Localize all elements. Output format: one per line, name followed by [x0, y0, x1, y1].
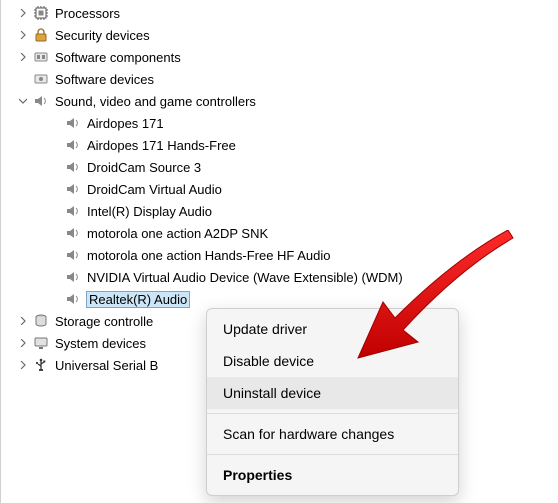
- tree-node-device[interactable]: NVIDIA Virtual Audio Device (Wave Extens…: [35, 266, 558, 288]
- tree-label: DroidCam Virtual Audio: [87, 182, 222, 197]
- tree-label: Intel(R) Display Audio: [87, 204, 212, 219]
- tree-label: Software components: [55, 50, 181, 65]
- tree-node-device-selected[interactable]: Realtek(R) Audio: [35, 288, 558, 310]
- tree-label: Universal Serial B: [55, 358, 158, 373]
- usb-icon: [33, 357, 49, 373]
- speaker-icon: [65, 247, 81, 263]
- chevron-down-icon[interactable]: [17, 95, 29, 107]
- speaker-icon: [33, 93, 49, 109]
- tree-node-software-components[interactable]: Software components: [15, 46, 558, 68]
- tree-node-sound-video-game[interactable]: Sound, video and game controllers: [15, 90, 558, 112]
- tree-node-software-devices[interactable]: Software devices: [15, 68, 558, 90]
- chevron-right-icon[interactable]: [17, 337, 29, 349]
- chevron-right-icon[interactable]: [17, 7, 29, 19]
- tree-label: Security devices: [55, 28, 150, 43]
- menu-separator: [207, 413, 458, 414]
- tree-node-device[interactable]: motorola one action Hands-Free HF Audio: [35, 244, 558, 266]
- security-icon: [33, 27, 49, 43]
- chevron-right-icon[interactable]: [17, 29, 29, 41]
- speaker-icon: [65, 181, 81, 197]
- tree-label: Airdopes 171: [87, 116, 164, 131]
- menu-separator: [207, 454, 458, 455]
- chevron-right-icon[interactable]: [17, 359, 29, 371]
- speaker-icon: [65, 269, 81, 285]
- tree-label: motorola one action A2DP SNK: [87, 226, 268, 241]
- storage-icon: [33, 313, 49, 329]
- chevron-right-icon[interactable]: [17, 315, 29, 327]
- chevron-right-icon[interactable]: [17, 51, 29, 63]
- tree-node-device[interactable]: motorola one action A2DP SNK: [35, 222, 558, 244]
- tree-label: DroidCam Source 3: [87, 160, 201, 175]
- tree-label: Software devices: [55, 72, 154, 87]
- tree-node-device[interactable]: Airdopes 171: [35, 112, 558, 134]
- tree-node-device[interactable]: DroidCam Source 3: [35, 156, 558, 178]
- tree-node-processors[interactable]: Processors: [15, 2, 558, 24]
- menu-item-scan-hardware[interactable]: Scan for hardware changes: [207, 418, 458, 450]
- tree-node-device[interactable]: Airdopes 171 Hands-Free: [35, 134, 558, 156]
- system-icon: [33, 335, 49, 351]
- speaker-icon: [65, 225, 81, 241]
- tree-label: NVIDIA Virtual Audio Device (Wave Extens…: [87, 270, 403, 285]
- tree-label: Airdopes 171 Hands-Free: [87, 138, 236, 153]
- menu-item-uninstall-device[interactable]: Uninstall device: [207, 377, 458, 409]
- tree-label: Realtek(R) Audio: [87, 292, 189, 307]
- speaker-icon: [65, 291, 81, 307]
- cpu-icon: [33, 5, 49, 21]
- tree-node-security-devices[interactable]: Security devices: [15, 24, 558, 46]
- software-device-icon: [33, 71, 49, 87]
- speaker-icon: [65, 137, 81, 153]
- tree-label: Storage controlle: [55, 314, 153, 329]
- menu-item-properties[interactable]: Properties: [207, 459, 458, 491]
- speaker-icon: [65, 203, 81, 219]
- tree-label: Processors: [55, 6, 120, 21]
- speaker-icon: [65, 159, 81, 175]
- software-component-icon: [33, 49, 49, 65]
- speaker-icon: [65, 115, 81, 131]
- tree-label: motorola one action Hands-Free HF Audio: [87, 248, 331, 263]
- menu-item-disable-device[interactable]: Disable device: [207, 345, 458, 377]
- menu-item-update-driver[interactable]: Update driver: [207, 313, 458, 345]
- tree-label: Sound, video and game controllers: [55, 94, 256, 109]
- context-menu: Update driver Disable device Uninstall d…: [206, 308, 459, 496]
- tree-node-device[interactable]: Intel(R) Display Audio: [35, 200, 558, 222]
- tree-children: Airdopes 171 Airdopes 171 Hands-Free Dro…: [15, 112, 558, 310]
- tree-label: System devices: [55, 336, 146, 351]
- tree-node-device[interactable]: DroidCam Virtual Audio: [35, 178, 558, 200]
